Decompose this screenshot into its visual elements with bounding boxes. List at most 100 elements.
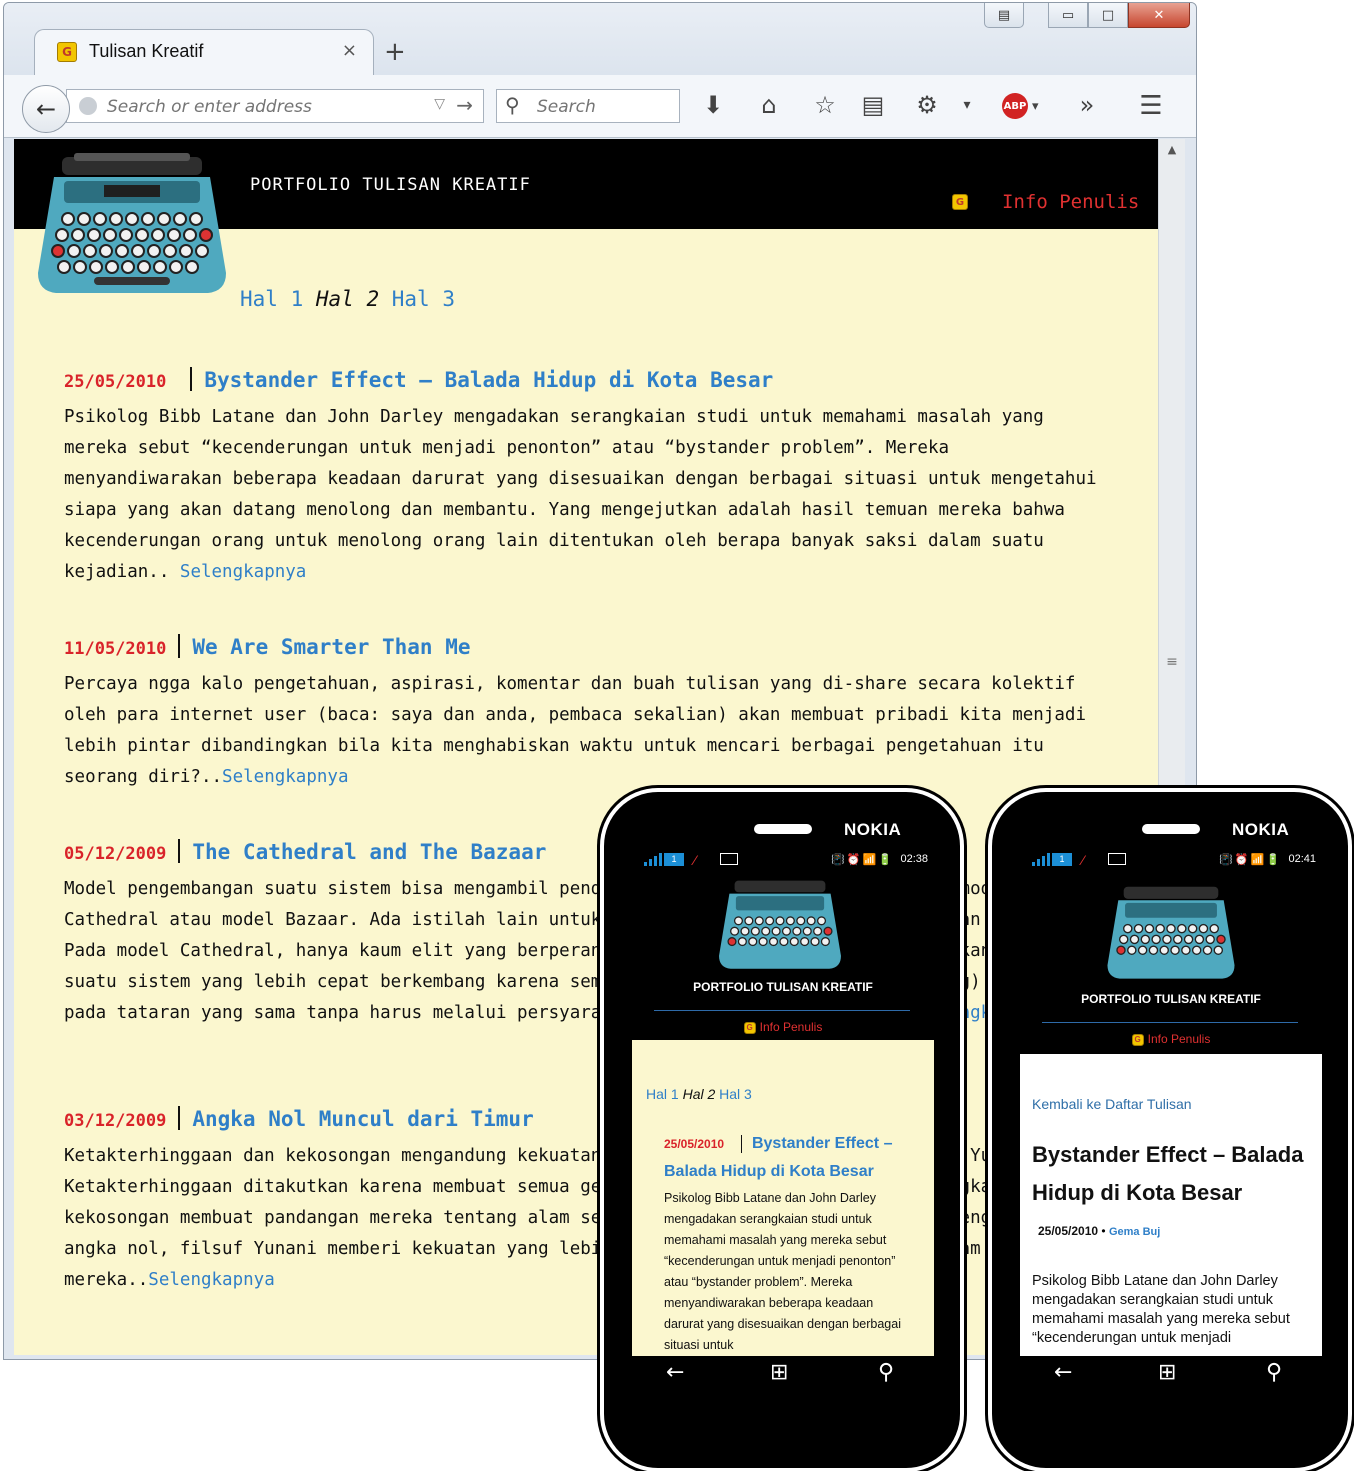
- pager: Hal 1 Hal 2 Hal 3: [240, 287, 455, 311]
- phone-1: NOKIA 1 ⁄ 📳⏰📶🔋 02:38 PORTFOLIO TULISAN K…: [604, 792, 960, 1468]
- mobile-site-header: PORTFOLIO TULISAN KREATIF G Info Penulis: [1020, 872, 1322, 1054]
- article-author-link[interactable]: Gema Buj: [1109, 1226, 1160, 1238]
- signal-icon: [644, 853, 662, 866]
- status-bar: 1 ⁄ 📳⏰📶🔋 02:41: [1020, 848, 1322, 872]
- globe-icon: [79, 97, 97, 115]
- post-item: 25/05/2010 Bystander Effect – Balada Hid…: [64, 363, 1114, 588]
- typewriter-logo-icon: [38, 153, 226, 293]
- post-title-link[interactable]: Angka Nol Muncul dari Timur: [192, 1107, 533, 1131]
- no-data-icon: ⁄: [694, 852, 697, 868]
- phone-2-screen: 1 ⁄ 📳⏰📶🔋 02:41 PORTFOLIO TULISAN KREATIF…: [1020, 848, 1322, 1356]
- settings-dropdown-icon[interactable]: ▾: [952, 97, 982, 113]
- mobile-info-label: Info Penulis: [1147, 1032, 1211, 1046]
- typewriter-logo-icon: [1107, 886, 1235, 979]
- new-tab-button[interactable]: +: [384, 37, 406, 67]
- mobile-site-header: PORTFOLIO TULISAN KREATIF G Info Penulis: [632, 872, 934, 1040]
- home-icon[interactable]: ⌂: [754, 91, 784, 119]
- message-icon: [1108, 853, 1126, 865]
- post-separator: [178, 839, 181, 863]
- download-icon[interactable]: ⬇: [698, 91, 728, 119]
- page-viewport: PORTFOLIO TULISAN KREATIF G Info Penulis…: [14, 139, 1158, 1355]
- signal-icon: [1032, 853, 1050, 866]
- post-title-link[interactable]: We Are Smarter Than Me: [192, 635, 470, 659]
- settings-icon[interactable]: ⚙: [912, 91, 942, 119]
- post-separator: [190, 367, 193, 391]
- pager-hal-1[interactable]: Hal 1: [240, 287, 303, 311]
- go-arrow-icon[interactable]: →: [456, 93, 473, 117]
- search-icon[interactable]: ⚲: [1266, 1360, 1282, 1385]
- mobile-info-link[interactable]: G Info Penulis: [1020, 1032, 1322, 1046]
- article-date: 25/05/2010: [1038, 1224, 1099, 1238]
- windows-start-icon[interactable]: ⊞: [770, 1360, 788, 1385]
- search-icon[interactable]: ⚲: [878, 1360, 894, 1385]
- message-icon: [720, 853, 738, 865]
- post-title-link[interactable]: The Cathedral and The Bazaar: [192, 840, 546, 864]
- mobile-info-label: Info Penulis: [759, 1020, 823, 1034]
- meta-separator: •: [1101, 1224, 1106, 1238]
- back-arrow-icon[interactable]: ←: [666, 1360, 684, 1385]
- history-dropdown-icon[interactable]: ▽: [434, 96, 445, 112]
- site-title: PORTFOLIO TULISAN KREATIF: [250, 175, 531, 195]
- mobile-pager: Hal 1 Hal 2 Hal 3: [646, 1086, 752, 1102]
- post-excerpt-text: Psikolog Bibb Latane dan John Darley men…: [64, 407, 1097, 582]
- post-separator: [178, 1106, 181, 1130]
- back-to-list-link[interactable]: Kembali ke Daftar Tulisan: [1032, 1096, 1192, 1112]
- article-meta: 25/05/2010 • Gema Buj: [1038, 1224, 1160, 1238]
- pager-hal-3[interactable]: Hal 3: [392, 287, 455, 311]
- back-arrow-icon[interactable]: ←: [1054, 1360, 1072, 1385]
- menu-icon[interactable]: ☰: [1136, 91, 1166, 121]
- post-date: 25/05/2010: [664, 1137, 725, 1151]
- sim-indicator: 1: [1052, 853, 1072, 866]
- post-excerpt: Psikolog Bibb Latane dan John Darley men…: [64, 402, 1114, 588]
- mobile-info-link[interactable]: G Info Penulis: [632, 1020, 934, 1034]
- back-icon[interactable]: ←: [22, 85, 70, 133]
- maximize-button[interactable]: □: [1088, 3, 1128, 28]
- window-controls: ▤ ▭ □ ✕: [984, 3, 1190, 29]
- info-penulis-link[interactable]: Info Penulis: [1002, 191, 1139, 213]
- star-icon[interactable]: ☆: [810, 91, 840, 119]
- pager-hal-2-current: Hal 2: [682, 1086, 716, 1102]
- tab-tulisan-kreatif[interactable]: G Tulisan Kreatif ×: [34, 29, 374, 76]
- minimize-button[interactable]: ▭: [1048, 3, 1088, 28]
- pager-hal-1[interactable]: Hal 1: [646, 1086, 679, 1102]
- hardware-nav-keys: ← ⊞ ⚲: [632, 1360, 934, 1396]
- overflow-icon[interactable]: »: [1072, 91, 1102, 119]
- post-date: 11/05/2010: [64, 639, 167, 659]
- typewriter-logo-icon: [719, 880, 841, 969]
- search-input[interactable]: [535, 94, 679, 120]
- tab-close-icon[interactable]: ×: [342, 40, 357, 61]
- header-divider: [654, 1010, 910, 1011]
- adblock-dropdown-icon: ▾: [1032, 98, 1039, 114]
- post-title-link[interactable]: Bystander Effect – Balada Hidup di Kota …: [204, 368, 773, 392]
- read-more-link[interactable]: Selengkapnya: [222, 767, 348, 787]
- post-excerpt: Psikolog Bibb Latane dan John Darley men…: [664, 1191, 901, 1352]
- post-item: 11/05/2010 We Are Smarter Than Me Percay…: [64, 630, 1114, 793]
- sim-indicator: 1: [664, 853, 684, 866]
- status-bar: 1 ⁄ 📳⏰📶🔋 02:38: [632, 848, 934, 872]
- scroll-up-arrow-icon[interactable]: ▲: [1159, 143, 1185, 156]
- site-favicon-icon: G: [57, 42, 77, 62]
- close-window-button[interactable]: ✕: [1128, 3, 1190, 28]
- scroll-thumb[interactable]: ≡: [1165, 654, 1179, 670]
- status-icons: 📳⏰📶🔋: [1219, 854, 1282, 866]
- clock: 02:38: [900, 853, 928, 865]
- windows-start-icon[interactable]: ⊞: [1158, 1360, 1176, 1385]
- mobile-site-title: PORTFOLIO TULISAN KREATIF: [693, 980, 873, 994]
- adblock-plus-icon[interactable]: ABP ▾: [1002, 93, 1039, 119]
- pager-hal-3[interactable]: Hal 3: [719, 1086, 752, 1102]
- search-bar[interactable]: ⚲: [496, 89, 680, 123]
- article-title: Bystander Effect – Balada Hidup di Kota …: [1032, 1142, 1304, 1205]
- address-bar[interactable]: ▽ →: [66, 89, 484, 123]
- read-more-link[interactable]: Selengkapnya: [180, 562, 306, 582]
- address-input[interactable]: [105, 94, 429, 120]
- post-excerpt-text: Percaya ngga kalo pengetahuan, aspirasi,…: [64, 674, 1086, 787]
- header-divider: [1042, 1022, 1298, 1023]
- info-favicon-icon: G: [952, 194, 968, 210]
- clock: 02:41: [1288, 853, 1316, 865]
- no-data-icon: ⁄: [1082, 852, 1085, 868]
- reading-list-icon[interactable]: ▤: [858, 91, 888, 119]
- read-more-link[interactable]: Selengkapnya: [148, 1270, 274, 1290]
- restore-tab-icon[interactable]: ▤: [984, 3, 1024, 28]
- phone-speaker: [1142, 824, 1200, 834]
- article-body: Psikolog Bibb Latane dan John Darley men…: [1032, 1273, 1290, 1346]
